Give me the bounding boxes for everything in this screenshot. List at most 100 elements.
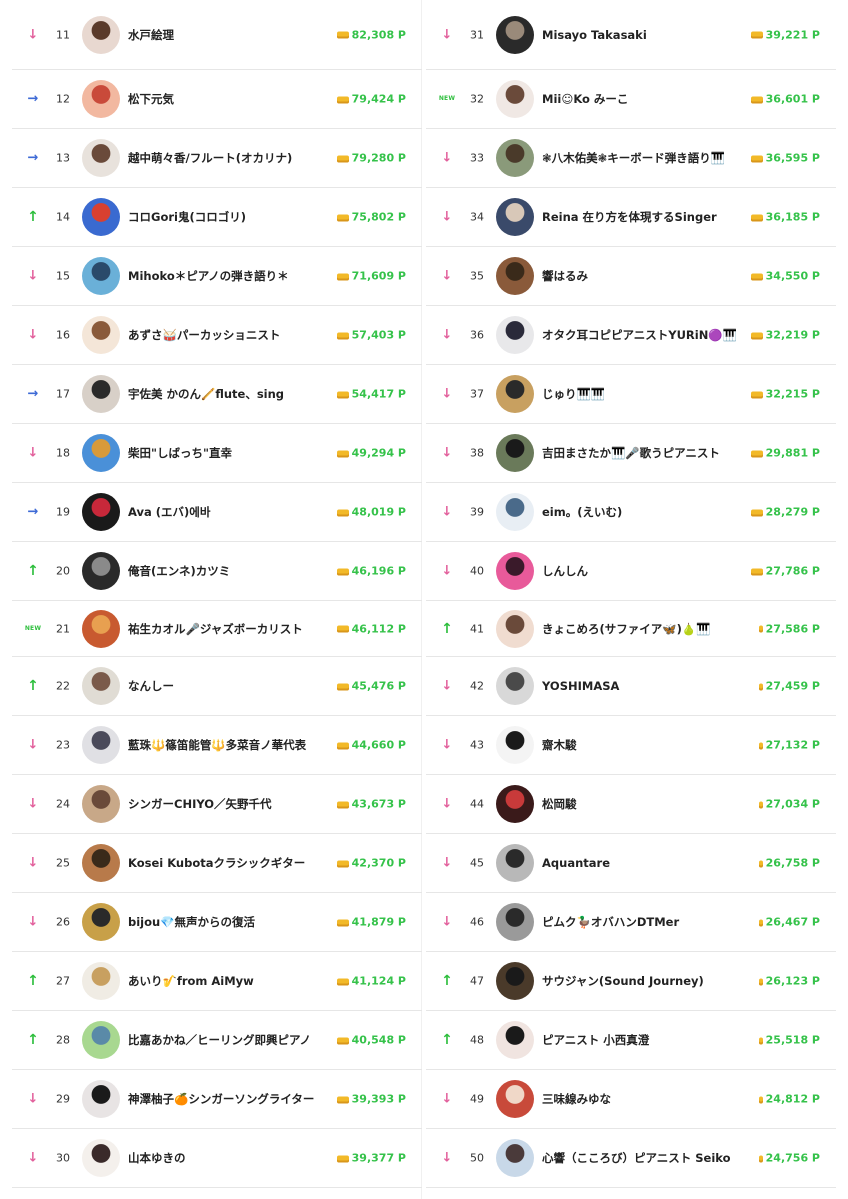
ranking-row[interactable]: NEW 32 Mii☺Ko みーこ 36,601 P <box>426 70 836 129</box>
ranking-row[interactable]: ↓ 44 松岡駿 27,034 P <box>426 775 836 834</box>
ranking-row[interactable]: ↓ 42 YOSHIMASA 27,459 P <box>426 657 836 716</box>
ranking-row[interactable]: ↑ 22 なんしー 45,476 P <box>12 657 422 716</box>
performer-name[interactable]: Mihoko＊ピアノの弾き語り＊ <box>128 268 343 284</box>
performer-name[interactable]: ピアニスト 小西真澄 <box>542 1032 757 1048</box>
avatar[interactable] <box>496 1021 534 1059</box>
ranking-row[interactable]: ↓ 11 水戸絵理 82,308 P <box>12 0 422 70</box>
avatar[interactable] <box>82 667 120 705</box>
avatar[interactable] <box>496 257 534 295</box>
avatar[interactable] <box>82 844 120 882</box>
ranking-row[interactable]: ↑ 14 コロGori鬼(コロゴリ) 75,802 P <box>12 188 422 247</box>
avatar[interactable] <box>496 962 534 1000</box>
ranking-row[interactable]: ↓ 29 神澤柚子🍊シンガーソングライター 39,393 P <box>12 1070 422 1129</box>
performer-name[interactable]: きょこめろ(サファイア🦋)🍐🎹 <box>542 621 757 637</box>
avatar[interactable] <box>82 1080 120 1118</box>
performer-name[interactable]: bijou💎無声からの復活 <box>128 914 343 930</box>
ranking-row[interactable]: ↓ 16 あずさ🥁パーカッショニスト 57,403 P <box>12 306 422 365</box>
ranking-row[interactable]: ↓ 37 じゅり🎹🎹 32,215 P <box>426 365 836 424</box>
avatar[interactable] <box>82 375 120 413</box>
avatar[interactable] <box>496 434 534 472</box>
ranking-row[interactable]: ↓ 49 三味線みゆな 24,812 P <box>426 1070 836 1129</box>
avatar[interactable] <box>82 785 120 823</box>
avatar[interactable] <box>82 1021 120 1059</box>
performer-name[interactable]: オタク耳コピピアニストYURiN🟣🎹 <box>542 327 757 343</box>
ranking-row[interactable]: → 19 Ava (エバ)에바 48,019 P <box>12 483 422 542</box>
ranking-row[interactable]: ↓ 31 Misayo Takasaki 39,221 P <box>426 0 836 70</box>
ranking-row[interactable]: ↓ 43 齋木駿 27,132 P <box>426 716 836 775</box>
ranking-row[interactable]: ↑ 48 ピアニスト 小西真澄 25,518 P <box>426 1011 836 1070</box>
performer-name[interactable]: 俺音(エンネ)カツミ <box>128 563 343 579</box>
performer-name[interactable]: 比嘉あかね／ヒーリング即興ピアノ <box>128 1032 343 1048</box>
ranking-row[interactable]: ↑ 28 比嘉あかね／ヒーリング即興ピアノ 40,548 P <box>12 1011 422 1070</box>
avatar[interactable] <box>82 15 120 54</box>
ranking-row[interactable]: ↑ 27 あいり🎷from AiMyw 41,124 P <box>12 952 422 1011</box>
ranking-row[interactable]: ↓ 33 ❃八木佑美❃キーボード弾き語り🎹 36,595 P <box>426 129 836 188</box>
performer-name[interactable]: コロGori鬼(コロゴリ) <box>128 209 343 225</box>
ranking-row[interactable]: ↓ 38 吉田まさたか🎹🎤歌うピアニスト 29,881 P <box>426 424 836 483</box>
ranking-row[interactable]: ↓ 36 オタク耳コピピアニストYURiN🟣🎹 32,219 P <box>426 306 836 365</box>
ranking-row[interactable]: ↓ 50 心響（こころび）ピアニスト Seiko 24,756 P <box>426 1129 836 1188</box>
performer-name[interactable]: Misayo Takasaki <box>542 28 757 42</box>
performer-name[interactable]: 越中萌々香/フルート(オカリナ) <box>128 150 343 166</box>
ranking-row[interactable]: → 17 宇佐美 かのん🪈flute、sing 54,417 P <box>12 365 422 424</box>
performer-name[interactable]: 響はるみ <box>542 268 757 284</box>
ranking-row[interactable]: ↓ 18 柴田"しばっち"直幸 49,294 P <box>12 424 422 483</box>
performer-name[interactable]: ❃八木佑美❃キーボード弾き語り🎹 <box>542 150 757 166</box>
performer-name[interactable]: ピムク🦆オバハンDTMer <box>542 914 757 930</box>
ranking-row[interactable]: ↓ 34 Reina 在り方を体現するSinger 36,185 P <box>426 188 836 247</box>
avatar[interactable] <box>82 903 120 941</box>
performer-name[interactable]: サウジャン(Sound Journey) <box>542 973 757 989</box>
performer-name[interactable]: なんしー <box>128 678 343 694</box>
ranking-row[interactable]: ↓ 40 しんしん 27,786 P <box>426 542 836 601</box>
avatar[interactable] <box>82 493 120 531</box>
performer-name[interactable]: 松岡駿 <box>542 796 757 812</box>
performer-name[interactable]: Kosei Kubotaクラシックギター <box>128 855 343 871</box>
performer-name[interactable]: シンガーCHIYO／矢野千代 <box>128 796 343 812</box>
ranking-row[interactable]: ↓ 26 bijou💎無声からの復活 41,879 P <box>12 893 422 952</box>
avatar[interactable] <box>496 844 534 882</box>
performer-name[interactable]: 山本ゆきの <box>128 1150 343 1166</box>
ranking-row[interactable]: ↓ 30 山本ゆきの 39,377 P <box>12 1129 422 1188</box>
avatar[interactable] <box>82 726 120 764</box>
ranking-row[interactable]: ↑ 47 サウジャン(Sound Journey) 26,123 P <box>426 952 836 1011</box>
avatar[interactable] <box>82 1139 120 1177</box>
avatar[interactable] <box>496 667 534 705</box>
performer-name[interactable]: あいり🎷from AiMyw <box>128 973 343 989</box>
performer-name[interactable]: 宇佐美 かのん🪈flute、sing <box>128 386 343 402</box>
performer-name[interactable]: Aquantare <box>542 856 757 870</box>
ranking-row[interactable]: NEW 21 祐生カオル🎤ジャズボーカリスト 46,112 P <box>12 601 422 657</box>
performer-name[interactable]: 水戸絵理 <box>128 27 343 43</box>
performer-name[interactable]: あずさ🥁パーカッショニスト <box>128 327 343 343</box>
performer-name[interactable]: YOSHIMASA <box>542 679 757 693</box>
performer-name[interactable]: 心響（こころび）ピアニスト Seiko <box>542 1150 757 1166</box>
avatar[interactable] <box>496 316 534 354</box>
performer-name[interactable]: 祐生カオル🎤ジャズボーカリスト <box>128 621 343 637</box>
performer-name[interactable]: 神澤柚子🍊シンガーソングライター <box>128 1091 343 1107</box>
avatar[interactable] <box>496 609 534 648</box>
performer-name[interactable]: Mii☺Ko みーこ <box>542 91 757 107</box>
avatar[interactable] <box>496 139 534 177</box>
ranking-row[interactable]: ↓ 35 響はるみ 34,550 P <box>426 247 836 306</box>
performer-name[interactable]: 齋木駿 <box>542 737 757 753</box>
performer-name[interactable]: Ava (エバ)에바 <box>128 504 343 520</box>
ranking-row[interactable]: ↓ 46 ピムク🦆オバハンDTMer 26,467 P <box>426 893 836 952</box>
avatar[interactable] <box>82 552 120 590</box>
ranking-row[interactable]: → 13 越中萌々香/フルート(オカリナ) 79,280 P <box>12 129 422 188</box>
avatar[interactable] <box>496 375 534 413</box>
ranking-row[interactable]: ↑ 41 きょこめろ(サファイア🦋)🍐🎹 27,586 P <box>426 601 836 657</box>
performer-name[interactable]: eim。(えいむ) <box>542 504 757 520</box>
ranking-row[interactable]: → 12 松下元気 79,424 P <box>12 70 422 129</box>
ranking-row[interactable]: ↓ 25 Kosei Kubotaクラシックギター 42,370 P <box>12 834 422 893</box>
avatar[interactable] <box>496 552 534 590</box>
avatar[interactable] <box>496 785 534 823</box>
performer-name[interactable]: 藍珠🔱篠笛能管🔱多菜音ノ華代表 <box>128 737 343 753</box>
avatar[interactable] <box>82 434 120 472</box>
performer-name[interactable]: 三味線みゆな <box>542 1091 757 1107</box>
avatar[interactable] <box>496 903 534 941</box>
avatar[interactable] <box>496 1080 534 1118</box>
avatar[interactable] <box>82 80 120 118</box>
avatar[interactable] <box>82 316 120 354</box>
ranking-row[interactable]: ↓ 15 Mihoko＊ピアノの弾き語り＊ 71,609 P <box>12 247 422 306</box>
avatar[interactable] <box>82 198 120 236</box>
avatar[interactable] <box>82 962 120 1000</box>
